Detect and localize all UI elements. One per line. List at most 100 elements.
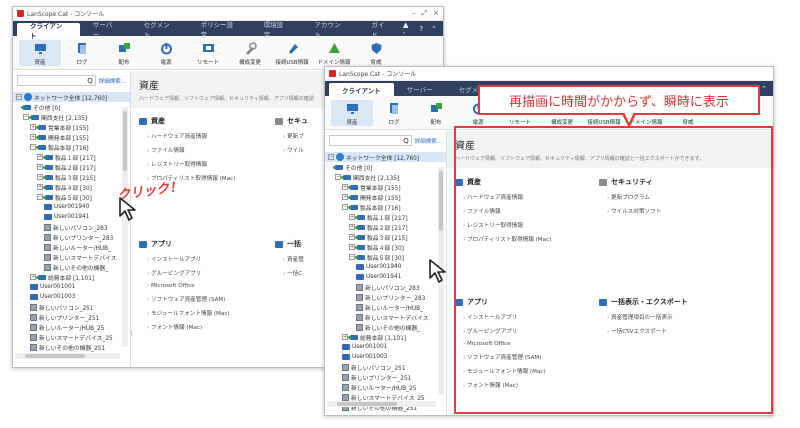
tree-node[interactable]: 新しいその他の機器_251 [13,342,130,352]
toolbar-button-distribution[interactable]: 配布 [415,102,457,126]
link-hardware-assets[interactable]: ハードウェア資産情報 [463,193,551,201]
tree-node[interactable]: User001940 [13,202,130,212]
collapse-toggle-icon[interactable]: − [16,94,22,100]
tree-node[interactable]: 新しいパソコン_251 [325,362,446,372]
tree-node[interactable]: + 営業本部 [155] [325,182,446,192]
tab-guide[interactable]: ガイド [358,21,403,39]
link-bulk-csv[interactable]: 一括C [283,269,304,277]
toolbar-button-distribution[interactable]: 配布 [103,42,145,66]
link-font-mac[interactable]: フォント情報 (Mac) [147,323,230,331]
tree-node[interactable]: 新しいプリンター_251 [13,312,130,322]
tree-node[interactable]: − 製品５部 [30] [13,192,130,202]
link-updates[interactable]: 更新プ [283,132,308,140]
tree-node[interactable]: + 製品２部 [217] [325,222,446,232]
tree-node[interactable]: − 製品本部 [716] [13,142,130,152]
tab-environment[interactable]: 環境設定 [251,21,302,39]
link-registry-info[interactable]: レジストリー取得情報 [147,160,235,168]
tree-node[interactable]: 新しいパソコン_283 [13,222,130,232]
tree-node[interactable]: User001003 [13,292,130,302]
tab-segment[interactable]: セグメント [131,21,188,39]
tree-node[interactable]: 新しいスマートデバイス [325,312,446,322]
tree-node[interactable]: + 開発本部 [155] [325,192,446,202]
link-sam[interactable]: ソフトウェア資産管理 (SAM) [147,295,230,303]
link-file-info[interactable]: ファイル情報 [147,146,235,154]
tree-horizontal-scrollbar[interactable] [327,401,436,407]
link-hardware-assets[interactable]: ハードウェア資産情報 [147,132,235,140]
collapse-toggle-icon[interactable]: − [328,154,334,160]
tree-node[interactable]: 新しいルーター/HUB_25 [13,322,130,332]
tree-node[interactable]: 新しいルーター/HUB_ [13,242,130,252]
advanced-search-link[interactable]: 詳細検索... [99,77,126,85]
tree-node[interactable]: + 総務本部 [1,101] [325,332,446,342]
toolbar-button-domain[interactable]: ドメイン情報 [313,42,355,66]
toolbar-button-usb[interactable]: 接続USB情報 [271,42,313,66]
tree-node[interactable]: 新しいルーター/HUB_ [325,302,446,312]
tree-node[interactable]: + 製品３部 [215] [325,232,446,242]
collapse-button[interactable]: ⌃ [761,85,767,93]
tree-node[interactable]: User001941 [13,212,130,222]
link-font-mac[interactable]: フォント情報 (Mac) [463,381,546,389]
toolbar-button-shield[interactable]: 脅威 [355,42,397,66]
help-button[interactable]: ? [419,25,423,33]
link-installed-apps[interactable]: インストールアプリ [147,255,230,263]
tab-client[interactable]: クライアント [17,22,80,40]
tree-node[interactable]: その他 [0] [325,162,446,172]
tree-node[interactable]: − 関西支社 [2,135] [325,172,446,182]
tab-client[interactable]: クライアント [329,83,394,96]
toolbar-button-remote[interactable]: リモート [187,42,229,66]
link-ms-office[interactable]: Microsoft Office [463,341,546,347]
user-menu-button[interactable]: ▲ - [403,21,411,37]
toolbar-button-config[interactable]: 構成変更 [229,42,271,66]
tree-node[interactable]: + 総務本部 [1,101] [13,272,130,282]
tab-server[interactable]: サーバー [80,21,131,39]
tree-node[interactable]: User001001 [13,282,130,292]
tree-node[interactable]: 新しいパソコン_251 [13,302,130,312]
tree-node[interactable]: User001001 [325,342,446,352]
toolbar-button-monitor[interactable]: 資産 [331,100,373,126]
tree-node[interactable]: 新しいプリンター_283 [13,232,130,242]
tree-node[interactable]: 新しいその他の機器_ [325,322,446,332]
link-bulk-view[interactable]: 資産管 [283,255,304,263]
tree-node[interactable]: + 開発本部 [155] [13,132,130,142]
tree-node[interactable]: − 製品本部 [716] [325,202,446,212]
tree-node[interactable]: 新しいプリンター_251 [325,372,446,382]
link-property-list-mac[interactable]: プロパティリスト取得情報 (Mac) [463,235,551,243]
toolbar-button-log[interactable]: ログ [373,102,415,126]
tree-node[interactable]: + 営業本部 [155] [13,122,130,132]
link-bulk-csv[interactable]: 一括CSVエクスポート [607,327,688,335]
tree-node[interactable]: − ネットワーク全体 [12,760] [13,92,130,102]
link-grouping-apps[interactable]: グルーピングアプリ [147,269,230,277]
tree-node[interactable]: + 製品１部 [217] [13,152,130,162]
tree-node[interactable]: − ネットワーク全体 [12,760] [325,152,446,162]
tab-policy[interactable]: ポリシー設定 [188,21,251,39]
search-icon[interactable]: Q [87,77,93,85]
toolbar-button-monitor[interactable]: 資産 [19,40,61,66]
tree-node[interactable]: − 関西支社 [2,135] [13,112,130,122]
tree-node[interactable]: + 製品１部 [217] [325,212,446,222]
link-installed-apps[interactable]: インストールアプリ [463,313,546,321]
tree-horizontal-scrollbar[interactable] [15,353,120,359]
tree-node[interactable]: 新しいプリンター_283 [325,292,446,302]
link-bulk-view[interactable]: 資産管理項目の一括表示 [607,313,688,321]
link-antivirus[interactable]: ウイルス対策ソフト [607,207,661,215]
minimize-button[interactable]: – [412,9,416,18]
tree-node[interactable]: + 製品２部 [217] [13,162,130,172]
close-button[interactable]: × [433,9,439,18]
tab-account[interactable]: アカウント [301,21,358,39]
tree-node[interactable]: その他 [0] [13,102,130,112]
tree-node[interactable]: 新しいスマートデバイス_25 [13,332,130,342]
link-file-info[interactable]: ファイル情報 [463,207,551,215]
toolbar-button-log[interactable]: ログ [61,42,103,66]
tree-search-input[interactable]: Q [329,135,412,146]
tree-node[interactable]: 新しいルーター/HUB_25 [325,382,446,392]
collapse-button[interactable]: ⌃ [431,25,437,33]
link-sam[interactable]: ソフトウェア資産管理 (SAM) [463,353,546,361]
tree-vertical-scrollbar[interactable] [122,107,128,347]
tree-node[interactable]: User001003 [325,352,446,362]
tree-node[interactable]: + 製品４部 [30] [13,182,130,192]
link-module-font-mac[interactable]: モジュールフォント情報 (Mac) [147,309,230,317]
advanced-search-link[interactable]: 詳細検索... [415,137,442,145]
search-icon[interactable]: Q [403,137,409,145]
tab-server[interactable]: サーバー [394,81,446,96]
tree-node[interactable]: + 製品４部 [30] [325,242,446,252]
